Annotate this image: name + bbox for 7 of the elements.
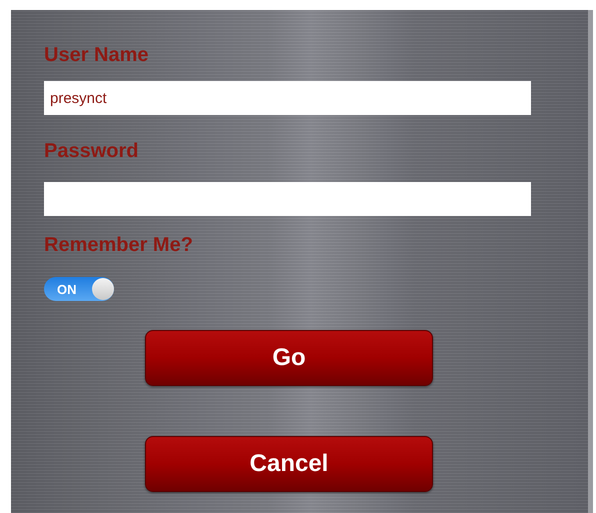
cancel-button[interactable]: Cancel (145, 436, 433, 492)
go-button[interactable]: Go (145, 330, 433, 386)
username-field[interactable]: presynct (44, 81, 531, 115)
password-field[interactable] (44, 182, 531, 216)
field-label: Remember Me? (44, 233, 193, 257)
field-label: Password (44, 139, 138, 163)
field-label: User Name (44, 43, 149, 67)
